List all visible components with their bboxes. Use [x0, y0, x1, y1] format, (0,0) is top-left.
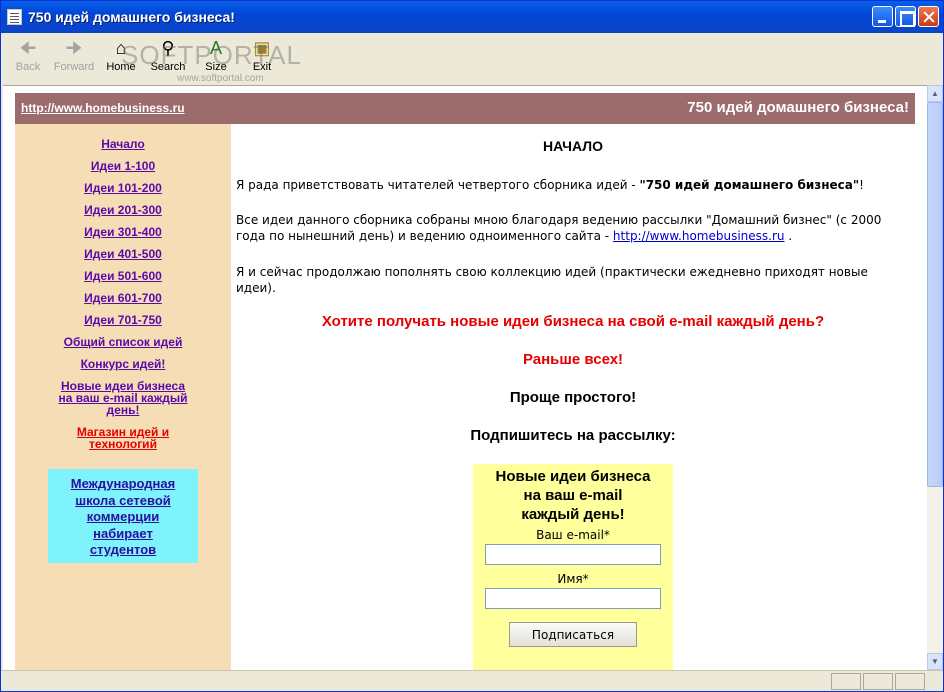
email-label: Ваш e-mail* — [536, 528, 610, 542]
status-pane — [863, 673, 893, 690]
form-title: Новые идеи бизнеса на ваш e-mail каждый … — [495, 468, 651, 523]
close-button[interactable] — [918, 6, 939, 27]
watermark: SOFTPORTAL — [121, 40, 302, 70]
subscribe-prompt: Подпишитесь на рассылку: — [470, 427, 676, 444]
back-button[interactable]: 🠈 Back — [3, 38, 53, 73]
nav-item-ideas-1-100[interactable]: Идеи 1-100 — [15, 159, 231, 173]
earlier-text: Раньше всех! — [522, 351, 624, 368]
nav-item-start[interactable]: Начало — [15, 137, 231, 151]
watermark-url: www.softportal.com — [177, 73, 264, 84]
subscribe-form: Новые идеи бизнеса на ваш e-mail каждый … — [473, 464, 673, 670]
vertical-scrollbar[interactable]: ▲ ▼ — [927, 85, 943, 670]
arrow-right-icon: 🠊 — [65, 38, 83, 58]
sidebar: Начало Идеи 1-100 Идеи 101-200 Идеи 201-… — [15, 124, 231, 670]
page-title: НАЧАЛО — [543, 138, 603, 154]
site-banner: http://www.homebusiness.ru 750 идей дома… — [15, 93, 915, 124]
scrollbar-thumb[interactable] — [927, 102, 943, 487]
collection-paragraph: Я и сейчас продолжаю пополнять свою колл… — [236, 265, 868, 295]
nav-item-contest[interactable]: Конкурс идей! — [15, 357, 231, 371]
main-content: НАЧАЛО Я рада приветствовать читателей ч… — [231, 124, 915, 670]
site-url-link[interactable]: http://www.homebusiness.ru — [21, 101, 185, 115]
name-label: Имя* — [557, 572, 589, 586]
nav-item-shop[interactable]: Магазин идей и технологий — [15, 426, 231, 450]
status-pane — [831, 673, 861, 690]
banner-title: 750 идей домашнего бизнеса! — [687, 99, 909, 116]
nav-item-ideas-601-700[interactable]: Идеи 601-700 — [15, 291, 231, 305]
email-field[interactable] — [485, 544, 661, 565]
subscribe-button[interactable]: Подписаться — [509, 622, 637, 647]
arrow-left-icon: 🠈 — [19, 38, 37, 58]
status-bar — [1, 670, 943, 691]
homebusiness-link[interactable]: http://www.homebusiness.ru — [613, 229, 785, 243]
name-field[interactable] — [485, 588, 661, 609]
forward-button[interactable]: 🠊 Forward — [49, 38, 99, 73]
nav-item-ideas-101-200[interactable]: Идеи 101-200 — [15, 181, 231, 195]
nav-item-ideas-401-500[interactable]: Идеи 401-500 — [15, 247, 231, 261]
app-window: 750 идей домашнего бизнеса! 🠈 Back 🠊 For… — [0, 0, 944, 692]
nav-item-all-ideas[interactable]: Общий список идей — [15, 335, 231, 349]
maximize-button[interactable] — [895, 6, 916, 27]
nav-item-new-ideas-email[interactable]: Новые идеи бизнеса на ваш e-mail каждый … — [15, 380, 231, 416]
promo-box[interactable]: Международная школа сетевой коммерции на… — [48, 469, 198, 563]
nav-item-ideas-701-750[interactable]: Идеи 701-750 — [15, 313, 231, 327]
simple-text: Проще простого! — [509, 389, 637, 406]
intro-paragraph: Я рада приветствовать читателей четверто… — [236, 178, 864, 192]
minimize-button[interactable] — [872, 6, 893, 27]
nav-item-ideas-301-400[interactable]: Идеи 301-400 — [15, 225, 231, 239]
status-pane — [895, 673, 925, 690]
title-bar[interactable]: 750 идей домашнего бизнеса! — [1, 1, 943, 33]
nav-item-ideas-201-300[interactable]: Идеи 201-300 — [15, 203, 231, 217]
page-content: http://www.homebusiness.ru 750 идей дома… — [3, 85, 927, 670]
document-icon — [7, 9, 22, 25]
nav-item-ideas-501-600[interactable]: Идеи 501-600 — [15, 269, 231, 283]
scroll-up-icon[interactable]: ▲ — [927, 85, 943, 102]
window-title: 750 идей домашнего бизнеса! — [28, 9, 235, 25]
scroll-down-icon[interactable]: ▼ — [927, 653, 943, 670]
cta-text: Хотите получать новые идеи бизнеса на св… — [321, 313, 825, 330]
source-paragraph: Все идеи данного сборника собраны мною б… — [236, 213, 882, 243]
